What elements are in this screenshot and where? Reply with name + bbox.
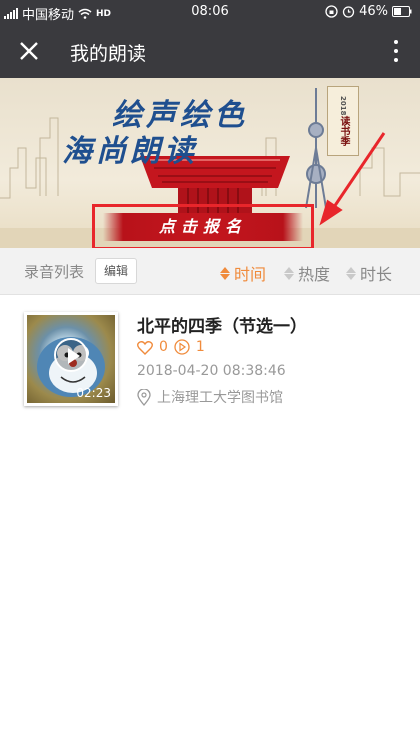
play-icon[interactable] xyxy=(54,338,88,372)
sort-arrows-icon xyxy=(284,266,294,280)
more-menu-button[interactable] xyxy=(386,34,406,68)
play-count: 1 xyxy=(195,339,205,355)
edit-button[interactable]: 编辑 xyxy=(95,258,137,284)
heart-icon[interactable] xyxy=(137,340,153,355)
sort-by-duration[interactable]: 时长 xyxy=(346,261,392,285)
scroll-text: 读书季 xyxy=(338,115,349,146)
list-toolbar: 录音列表 编辑 时间 热度 时长 xyxy=(0,248,420,295)
recording-list-label: 录音列表 xyxy=(24,263,85,281)
reading-season-scroll: 2018 读书季 xyxy=(327,86,359,156)
sort-by-popularity[interactable]: 热度 xyxy=(284,261,330,285)
recording-date: 2018-04-20 08:38:46 xyxy=(137,363,286,379)
battery-icon xyxy=(392,6,412,17)
status-bar: 中国移动 HD 08:06 46% xyxy=(0,0,420,24)
recording-location: 上海理工大学图书馆 xyxy=(137,387,283,407)
like-count: 0 xyxy=(159,339,168,355)
alarm-icon xyxy=(342,6,355,18)
close-icon xyxy=(20,42,38,60)
recording-stats: 0 1 xyxy=(137,339,205,355)
banner-headline-2: 海尚朗读 xyxy=(62,134,198,169)
more-dot-icon xyxy=(394,49,398,53)
rotation-lock-icon xyxy=(325,5,338,18)
location-text: 上海理工大学图书馆 xyxy=(157,390,283,406)
sort-label: 时间 xyxy=(234,265,267,284)
cover-image: 02:23 xyxy=(27,315,115,403)
sort-by-time[interactable]: 时间 xyxy=(220,261,266,285)
recording-thumbnail[interactable]: 02:23 xyxy=(24,312,118,406)
location-pin-icon xyxy=(137,388,151,406)
recording-duration: 02:23 xyxy=(76,386,111,400)
sort-arrows-icon xyxy=(346,266,356,280)
recording-list-item[interactable]: 02:23 北平的四季（节选一） 0 1 2018-04-20 08:38:46… xyxy=(0,294,420,414)
more-dot-icon xyxy=(394,40,398,44)
event-banner[interactable]: 绘声绘色 海尚朗读 2018 读书季 点击报名 xyxy=(0,78,420,248)
sort-label: 热度 xyxy=(298,265,331,284)
more-dot-icon xyxy=(394,58,398,62)
play-count-icon xyxy=(174,339,190,355)
sort-arrows-icon xyxy=(220,266,230,280)
page-title: 我的朗读 xyxy=(70,43,147,65)
signup-highlight-box: 点击报名 xyxy=(92,204,314,248)
scroll-year: 2018 xyxy=(339,96,347,116)
recording-title[interactable]: 北平的四季（节选一） xyxy=(137,312,307,337)
battery-percent: 46% xyxy=(359,4,388,19)
close-button[interactable] xyxy=(10,32,48,70)
sort-label: 时长 xyxy=(360,265,393,284)
nav-bar: 我的朗读 xyxy=(0,24,420,78)
signup-button[interactable]: 点击报名 xyxy=(103,213,303,241)
